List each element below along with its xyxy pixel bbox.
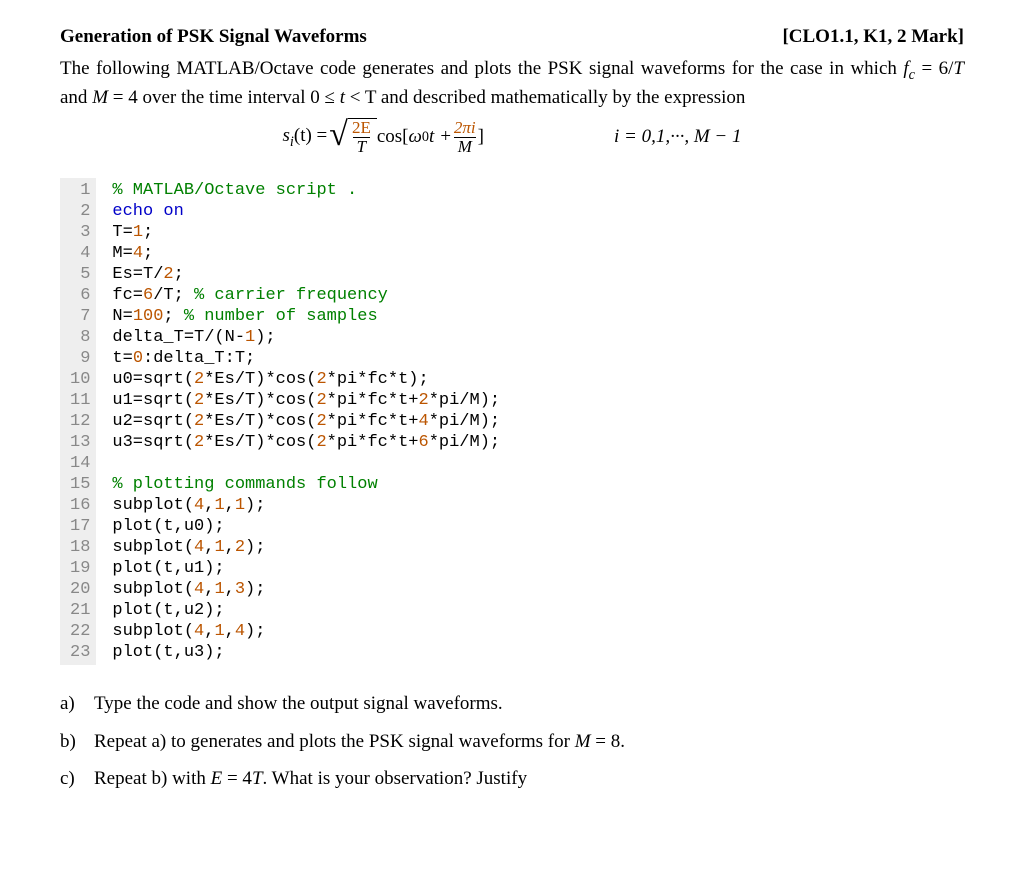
question-b: b) Repeat a) to generates and plots the … <box>60 729 964 755</box>
eq-cos-close: ] <box>478 124 484 150</box>
code-line: Es=T/2; <box>112 264 500 285</box>
line-number: 20 <box>70 579 90 600</box>
line-number: 21 <box>70 600 90 621</box>
line-number: 23 <box>70 642 90 663</box>
code-line: % plotting commands follow <box>112 474 500 495</box>
question-a: a) Type the code and show the output sig… <box>60 691 964 717</box>
page-title: Generation of PSK Signal Waveforms <box>60 24 367 50</box>
line-number: 22 <box>70 621 90 642</box>
line-number: 14 <box>70 453 90 474</box>
frac-num: 2E <box>350 119 373 137</box>
code-line: u0=sqrt(2*Es/T)*cos(2*pi*fc*t); <box>112 369 500 390</box>
eq-rhs: i = 0,1,···, M − 1 <box>614 126 742 147</box>
line-number: 9 <box>70 348 90 369</box>
intro-text: and <box>60 87 92 108</box>
intro-text: = 4 over the time interval 0 ≤ <box>108 87 340 108</box>
code-body: % MATLAB/Octave script .echo onT=1;M=4;E… <box>96 178 500 665</box>
q-label: a) <box>60 691 94 717</box>
q-text: Type the code and show the output signal… <box>94 691 503 717</box>
line-number: 15 <box>70 474 90 495</box>
frac-den: T <box>353 137 370 156</box>
q-text: Repeat a) to generates and plots the PSK… <box>94 729 625 755</box>
fraction: 2πi M <box>452 119 478 156</box>
header-tag: [CLO1.1, K1, 2 Mark] <box>782 24 964 50</box>
question-list: a) Type the code and show the output sig… <box>60 691 964 792</box>
fraction: 2E T <box>350 119 373 156</box>
code-line: subplot(4,1,4); <box>112 621 500 642</box>
code-line: fc=6/T; % carrier frequency <box>112 285 500 306</box>
code-line: subplot(4,1,3); <box>112 579 500 600</box>
frac-num: 2πi <box>452 119 478 137</box>
line-number: 5 <box>70 264 90 285</box>
q-label: b) <box>60 729 94 755</box>
line-number: 11 <box>70 390 90 411</box>
code-line: T=1; <box>112 222 500 243</box>
eq-omega: ω <box>409 124 422 150</box>
line-number: 19 <box>70 558 90 579</box>
code-line: t=0:delta_T:T; <box>112 348 500 369</box>
eq-of-t: (t) = <box>294 125 327 146</box>
intro-text: = 6/ <box>915 58 953 79</box>
code-line: plot(t,u1); <box>112 558 500 579</box>
q-text: Repeat b) with E = 4T. What is your obse… <box>94 766 527 792</box>
line-number: 8 <box>70 327 90 348</box>
code-line: subplot(4,1,2); <box>112 537 500 558</box>
line-number: 4 <box>70 243 90 264</box>
code-line: u3=sqrt(2*Es/T)*cos(2*pi*fc*t+6*pi/M); <box>112 432 500 453</box>
line-number: 1 <box>70 180 90 201</box>
line-number: 3 <box>70 222 90 243</box>
sqrt-icon: √ 2E T <box>329 118 377 156</box>
line-number: 13 <box>70 432 90 453</box>
frac-den: M <box>454 137 476 156</box>
var-M: M <box>575 731 591 752</box>
line-number: 7 <box>70 306 90 327</box>
header-row: Generation of PSK Signal Waveforms [CLO1… <box>60 24 964 50</box>
var-E: E <box>211 768 223 789</box>
code-line: u1=sqrt(2*Es/T)*cos(2*pi*fc*t+2*pi/M); <box>112 390 500 411</box>
code-line: % MATLAB/Octave script . <box>112 180 500 201</box>
intro-text: < T and described mathematically by the … <box>345 87 745 108</box>
code-line: plot(t,u0); <box>112 516 500 537</box>
line-number: 10 <box>70 369 90 390</box>
intro-paragraph: The following MATLAB/Octave code generat… <box>60 56 964 111</box>
code-block: 1234567891011121314151617181920212223 % … <box>60 178 964 665</box>
code-line: plot(t,u2); <box>112 600 500 621</box>
line-number: 6 <box>70 285 90 306</box>
eq-omega-t: t + <box>429 124 452 150</box>
code-line: subplot(4,1,1); <box>112 495 500 516</box>
code-line: M=4; <box>112 243 500 264</box>
eq-omega-sub: 0 <box>422 128 429 147</box>
var-T: T <box>252 768 263 789</box>
code-line: N=100; % number of samples <box>112 306 500 327</box>
equation-row: si(t) = √ 2E T cos[ ω0t + 2πi M ] i = 0, <box>60 118 964 156</box>
line-number: 17 <box>70 516 90 537</box>
eq-s: s <box>283 125 290 146</box>
var-T: T <box>953 58 964 79</box>
line-number: 12 <box>70 411 90 432</box>
code-line: u2=sqrt(2*Es/T)*cos(2*pi*fc*t+4*pi/M); <box>112 411 500 432</box>
line-number: 2 <box>70 201 90 222</box>
equation-index: i = 0,1,···, M − 1 <box>614 124 742 150</box>
code-gutter: 1234567891011121314151617181920212223 <box>60 178 96 665</box>
eq-cos-open: cos[ <box>377 124 409 150</box>
question-c: c) Repeat b) with E = 4T. What is your o… <box>60 766 964 792</box>
code-line <box>112 453 500 474</box>
code-line: plot(t,u3); <box>112 642 500 663</box>
code-line: echo on <box>112 201 500 222</box>
intro-text: The following MATLAB/Octave code generat… <box>60 58 903 79</box>
line-number: 16 <box>70 495 90 516</box>
code-line: delta_T=T/(N-1); <box>112 327 500 348</box>
var-M: M <box>92 87 108 108</box>
equation-main: si(t) = √ 2E T cos[ ω0t + 2πi M ] <box>283 118 484 156</box>
q-label: c) <box>60 766 94 792</box>
line-number: 18 <box>70 537 90 558</box>
